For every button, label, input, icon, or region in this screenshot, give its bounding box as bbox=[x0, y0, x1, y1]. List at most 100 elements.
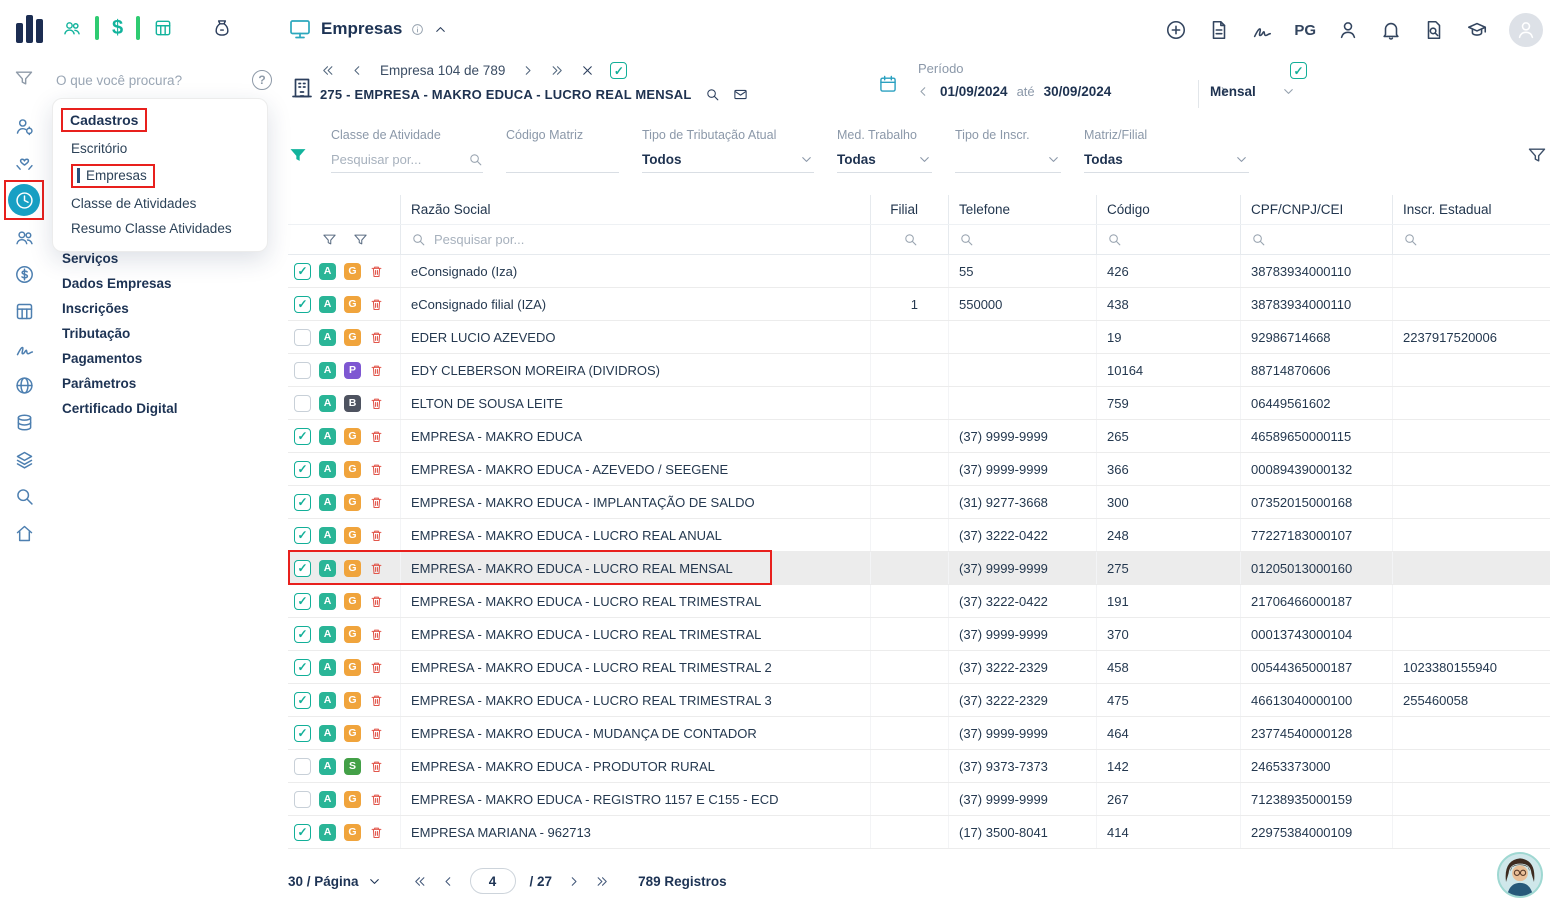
advanced-filter-icon[interactable] bbox=[1527, 145, 1547, 165]
filter-control[interactable] bbox=[506, 147, 619, 173]
taxes-icon[interactable] bbox=[6, 404, 42, 440]
graduation-icon[interactable] bbox=[1466, 19, 1488, 41]
table-row[interactable]: AGEDER LUCIO AZEVEDO19929867146682237917… bbox=[288, 321, 1550, 354]
trash-icon[interactable] bbox=[369, 594, 384, 609]
trash-icon[interactable] bbox=[369, 726, 384, 741]
table-row[interactable]: ABELTON DE SOUSA LEITE75906449561602 bbox=[288, 387, 1550, 420]
table-row[interactable]: AGEMPRESA - MAKRO EDUCA - REGISTRO 1157 … bbox=[288, 783, 1550, 816]
period-mode-select[interactable]: Mensal bbox=[1210, 84, 1296, 99]
prev-page-icon[interactable] bbox=[441, 874, 456, 889]
row-checkbox[interactable]: ✓ bbox=[294, 494, 311, 511]
trash-icon[interactable] bbox=[369, 330, 384, 345]
menu-item-empresas[interactable]: Empresas bbox=[53, 161, 267, 191]
filter-funnel-icon[interactable] bbox=[288, 145, 308, 165]
sidebar-search[interactable]: O que você procura? ? bbox=[56, 70, 272, 90]
column-codigo[interactable]: Código bbox=[1096, 195, 1240, 224]
row-checkbox[interactable]: ✓ bbox=[294, 824, 311, 841]
signature-icon[interactable] bbox=[6, 330, 42, 366]
document-icon[interactable] bbox=[1208, 19, 1230, 41]
first-record-icon[interactable] bbox=[320, 63, 335, 78]
row-checkbox[interactable]: ✓ bbox=[294, 560, 311, 577]
column-filial[interactable]: Filial bbox=[870, 195, 948, 224]
table-row[interactable]: ✓AGEMPRESA - MAKRO EDUCA - IMPLANTAÇÃO D… bbox=[288, 486, 1550, 519]
table-row[interactable]: ✓AGEMPRESA - MAKRO EDUCA - LUCRO REAL TR… bbox=[288, 651, 1550, 684]
menu-item-escritorio[interactable]: Escritório bbox=[53, 136, 267, 161]
trash-icon[interactable] bbox=[369, 759, 384, 774]
row-checkbox[interactable] bbox=[294, 758, 311, 775]
trash-icon[interactable] bbox=[369, 462, 384, 477]
record-checkbox[interactable]: ✓ bbox=[610, 62, 627, 79]
column-cpf-cnpj[interactable]: CPF/CNPJ/CEI bbox=[1240, 195, 1392, 224]
table-row[interactable]: ✓AGEMPRESA - MAKRO EDUCA - LUCRO REAL ME… bbox=[288, 552, 1550, 585]
search-filial[interactable] bbox=[870, 225, 948, 254]
sidebar-item-pagamentos[interactable]: Pagamentos bbox=[62, 346, 178, 371]
money-bag-icon[interactable] bbox=[212, 18, 232, 38]
people-icon[interactable] bbox=[62, 18, 82, 38]
last-page-icon[interactable] bbox=[595, 874, 610, 889]
row-checkbox[interactable]: ✓ bbox=[294, 428, 311, 445]
trash-icon[interactable] bbox=[369, 363, 384, 378]
info-icon[interactable] bbox=[411, 23, 424, 36]
profile-avatar[interactable] bbox=[1509, 13, 1543, 47]
audit-search-icon[interactable] bbox=[1423, 19, 1445, 41]
row-checkbox[interactable]: ✓ bbox=[294, 593, 311, 610]
row-checkbox[interactable]: ✓ bbox=[294, 659, 311, 676]
row-checkbox[interactable] bbox=[294, 362, 311, 379]
column-telefone[interactable]: Telefone bbox=[948, 195, 1096, 224]
trash-icon[interactable] bbox=[369, 396, 384, 411]
search-inscr-estadual[interactable] bbox=[1392, 225, 1550, 254]
filter-control[interactable] bbox=[955, 147, 1061, 173]
table-row[interactable]: ✓AGEMPRESA - MAKRO EDUCA(37) 9999-999926… bbox=[288, 420, 1550, 453]
sidebar-item-parametros[interactable]: Parâmetros bbox=[62, 371, 178, 396]
search-telefone[interactable] bbox=[948, 225, 1096, 254]
filter-control[interactable]: Todas bbox=[837, 147, 932, 173]
sidebar-item-certificado-digital[interactable]: Certificado Digital bbox=[62, 396, 178, 421]
row-checkbox[interactable]: ✓ bbox=[294, 626, 311, 643]
layers-icon[interactable] bbox=[6, 441, 42, 477]
row-checkbox[interactable]: ✓ bbox=[294, 527, 311, 544]
menu-cadastros[interactable]: Cadastros bbox=[53, 108, 267, 132]
filter-control[interactable]: Todos bbox=[642, 147, 814, 173]
table-row[interactable]: ✓AGeConsignado filial (IZA)1550000438387… bbox=[288, 288, 1550, 321]
table-row[interactable]: ✓AGEMPRESA - MAKRO EDUCA - AZEVEDO / SEE… bbox=[288, 453, 1550, 486]
trash-icon[interactable] bbox=[369, 495, 384, 510]
sidebar-item-tributacao[interactable]: Tributação bbox=[62, 321, 178, 346]
period-start[interactable]: 01/09/2024 bbox=[940, 84, 1008, 99]
trash-icon[interactable] bbox=[369, 627, 384, 642]
sidebar-filter-icon[interactable] bbox=[14, 68, 34, 88]
table-row[interactable]: ASEMPRESA - MAKRO EDUCA - PRODUTOR RURAL… bbox=[288, 750, 1550, 783]
next-page-icon[interactable] bbox=[566, 874, 581, 889]
notifications-icon[interactable] bbox=[1380, 19, 1402, 41]
trash-icon[interactable] bbox=[369, 792, 384, 807]
menu-item-classe-de-atividades[interactable]: Classe de Atividades bbox=[53, 191, 267, 216]
row-checkbox[interactable]: ✓ bbox=[294, 692, 311, 709]
column-razao-social[interactable]: Razão Social bbox=[400, 195, 870, 224]
trash-icon[interactable] bbox=[369, 528, 384, 543]
sidebar-item-dados-empresas[interactable]: Dados Empresas bbox=[62, 271, 178, 296]
table-row[interactable]: ✓AGEMPRESA - MAKRO EDUCA - LUCRO REAL TR… bbox=[288, 618, 1550, 651]
sidebar-item-inscricoes[interactable]: Inscrições bbox=[62, 296, 178, 321]
user-avatar[interactable] bbox=[1497, 852, 1543, 898]
trash-icon[interactable] bbox=[369, 693, 384, 708]
row-checkbox[interactable]: ✓ bbox=[294, 263, 311, 280]
trash-icon[interactable] bbox=[369, 825, 384, 840]
table-row[interactable]: ✓AGEMPRESA - MAKRO EDUCA - LUCRO REAL TR… bbox=[288, 585, 1550, 618]
filter-control[interactable]: Pesquisar por... bbox=[331, 147, 483, 173]
row-checkbox[interactable] bbox=[294, 329, 311, 346]
pg-button[interactable]: PG bbox=[1294, 22, 1316, 39]
table-row[interactable]: ✓AGEMPRESA - MAKRO EDUCA - MUDANÇA DE CO… bbox=[288, 717, 1550, 750]
row-filter-icon[interactable] bbox=[322, 232, 337, 247]
home-icon[interactable] bbox=[6, 515, 42, 551]
table-row[interactable]: ✓AGEMPRESA MARIANA - 962713(17) 3500-804… bbox=[288, 816, 1550, 849]
close-icon[interactable] bbox=[580, 63, 595, 78]
search-icon[interactable] bbox=[6, 478, 42, 514]
user-icon[interactable] bbox=[1337, 19, 1359, 41]
time-icon[interactable] bbox=[8, 184, 40, 216]
row-filter-icon[interactable] bbox=[353, 232, 368, 247]
table-row[interactable]: ✓AGeConsignado (Iza)5542638783934000110 bbox=[288, 255, 1550, 288]
add-icon[interactable] bbox=[1165, 19, 1187, 41]
menu-item-resumo-classe-atividades[interactable]: Resumo Classe Atividades bbox=[53, 216, 267, 241]
row-checkbox[interactable]: ✓ bbox=[294, 461, 311, 478]
table-row[interactable]: APEDY CLEBERSON MOREIRA (DIVIDROS)101648… bbox=[288, 354, 1550, 387]
prev-record-icon[interactable] bbox=[350, 63, 365, 78]
